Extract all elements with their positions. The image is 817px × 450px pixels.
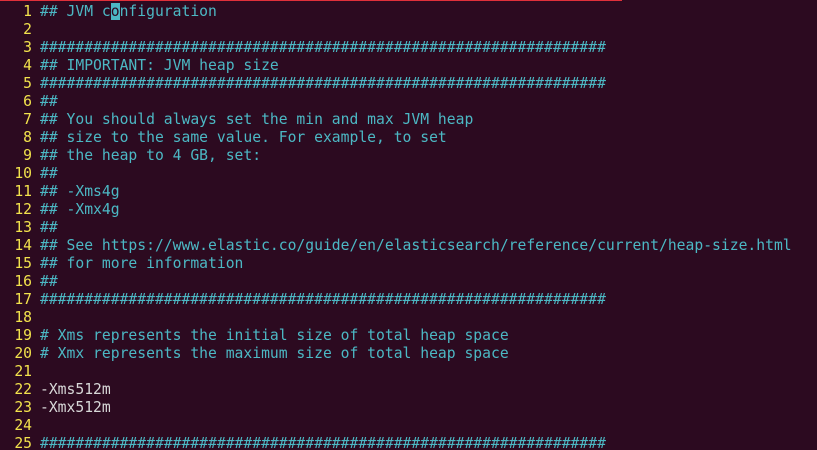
editor-line[interactable]: 13 ## [0, 219, 817, 237]
line-number: 12 [14, 201, 32, 218]
editor-line[interactable]: 12 ## -Xmx4g [0, 201, 817, 219]
code-text: ## [40, 93, 58, 110]
line-number: 9 [23, 147, 32, 164]
editor-line[interactable]: 14 ## See https://www.elastic.co/guide/en… [0, 237, 817, 255]
code-text: ## JVM configuration [40, 3, 217, 20]
line-number: 10 [14, 165, 32, 182]
line-number: 2 [23, 21, 32, 38]
editor-line[interactable]: 4 ## IMPORTANT: JVM heap size [0, 57, 817, 75]
code-text: ## [40, 219, 58, 236]
line-number: 5 [23, 75, 32, 92]
code-text: ## -Xms4g [40, 183, 120, 200]
editor-line[interactable]: 2 [0, 21, 817, 39]
text-cursor: o [110, 3, 120, 20]
line-number: 4 [23, 57, 32, 74]
line-number: 20 [14, 345, 32, 362]
line-number: 6 [23, 93, 32, 110]
code-text: -Xms512m [40, 381, 111, 398]
editor-line[interactable]: 6 ## [0, 93, 817, 111]
editor-line[interactable]: 24 [0, 417, 817, 435]
editor-line[interactable]: 5 #######################################… [0, 75, 817, 93]
code-text: ## [40, 165, 58, 182]
line-number: 21 [14, 363, 32, 380]
editor-line[interactable]: 10 ## [0, 165, 817, 183]
editor-line[interactable]: 9 ## the heap to 4 GB, set: [0, 147, 817, 165]
code-text: ## See https://www.elastic.co/guide/en/e… [40, 237, 792, 254]
editor-line[interactable]: 11 ## -Xms4g [0, 183, 817, 201]
line-number: 25 [14, 435, 32, 450]
editor-line[interactable]: 8 ## size to the same value. For example,… [0, 129, 817, 147]
terminal-editor[interactable]: 1 ## JVM configuration 2 3 ###############… [0, 0, 817, 450]
line-number: 8 [23, 129, 32, 146]
line-number: 23 [14, 399, 32, 416]
editor-line[interactable]: 3 #######################################… [0, 39, 817, 57]
line-number: 22 [14, 381, 32, 398]
cursor-prefix: ## JVM c [40, 3, 111, 20]
line-number: 14 [14, 237, 32, 254]
code-text: ########################################… [40, 435, 606, 450]
line-number: 11 [14, 183, 32, 200]
code-text: ########################################… [40, 291, 606, 308]
editor-line[interactable]: 22 -Xms512m [0, 381, 817, 399]
editor-line[interactable]: 23 -Xmx512m [0, 399, 817, 417]
code-text: ## the heap to 4 GB, set: [40, 147, 262, 164]
code-text: # Xmx represents the maximum size of tot… [40, 345, 509, 362]
line-number: 1 [23, 3, 32, 20]
editor-line[interactable]: 18 [0, 309, 817, 327]
code-text: -Xmx512m [40, 399, 111, 416]
line-number: 17 [14, 291, 32, 308]
editor-line[interactable]: 20 # Xmx represents the maximum size of t… [0, 345, 817, 363]
line-number: 16 [14, 273, 32, 290]
code-text: ## for more information [40, 255, 244, 272]
cursor-suffix: nfiguration [119, 3, 217, 20]
line-number: 24 [14, 417, 32, 434]
code-text: ## -Xmx4g [40, 201, 120, 218]
code-text: ## [40, 273, 58, 290]
editor-line[interactable]: 21 [0, 363, 817, 381]
code-text: ## IMPORTANT: JVM heap size [40, 57, 279, 74]
editor-line[interactable]: 19 # Xms represents the initial size of t… [0, 327, 817, 345]
line-number: 13 [14, 219, 32, 236]
editor-line[interactable]: 1 ## JVM configuration [0, 3, 817, 21]
line-number: 18 [14, 309, 32, 326]
editor-line[interactable]: 25 ######################################… [0, 435, 817, 450]
code-text: ########################################… [40, 75, 606, 92]
code-text: ## You should always set the min and max… [40, 111, 474, 128]
editor-line[interactable]: 7 ## You should always set the min and ma… [0, 111, 817, 129]
top-border-line [0, 0, 622, 1]
code-text: ## size to the same value. For example, … [40, 129, 447, 146]
editor-line[interactable]: 16 ## [0, 273, 817, 291]
line-number: 3 [23, 39, 32, 56]
editor-line[interactable]: 17 ######################################… [0, 291, 817, 309]
code-text: # Xms represents the initial size of tot… [40, 327, 509, 344]
line-number: 15 [14, 255, 32, 272]
line-number: 7 [23, 111, 32, 128]
line-number: 19 [14, 327, 32, 344]
editor-line[interactable]: 15 ## for more information [0, 255, 817, 273]
code-text: ########################################… [40, 39, 606, 56]
